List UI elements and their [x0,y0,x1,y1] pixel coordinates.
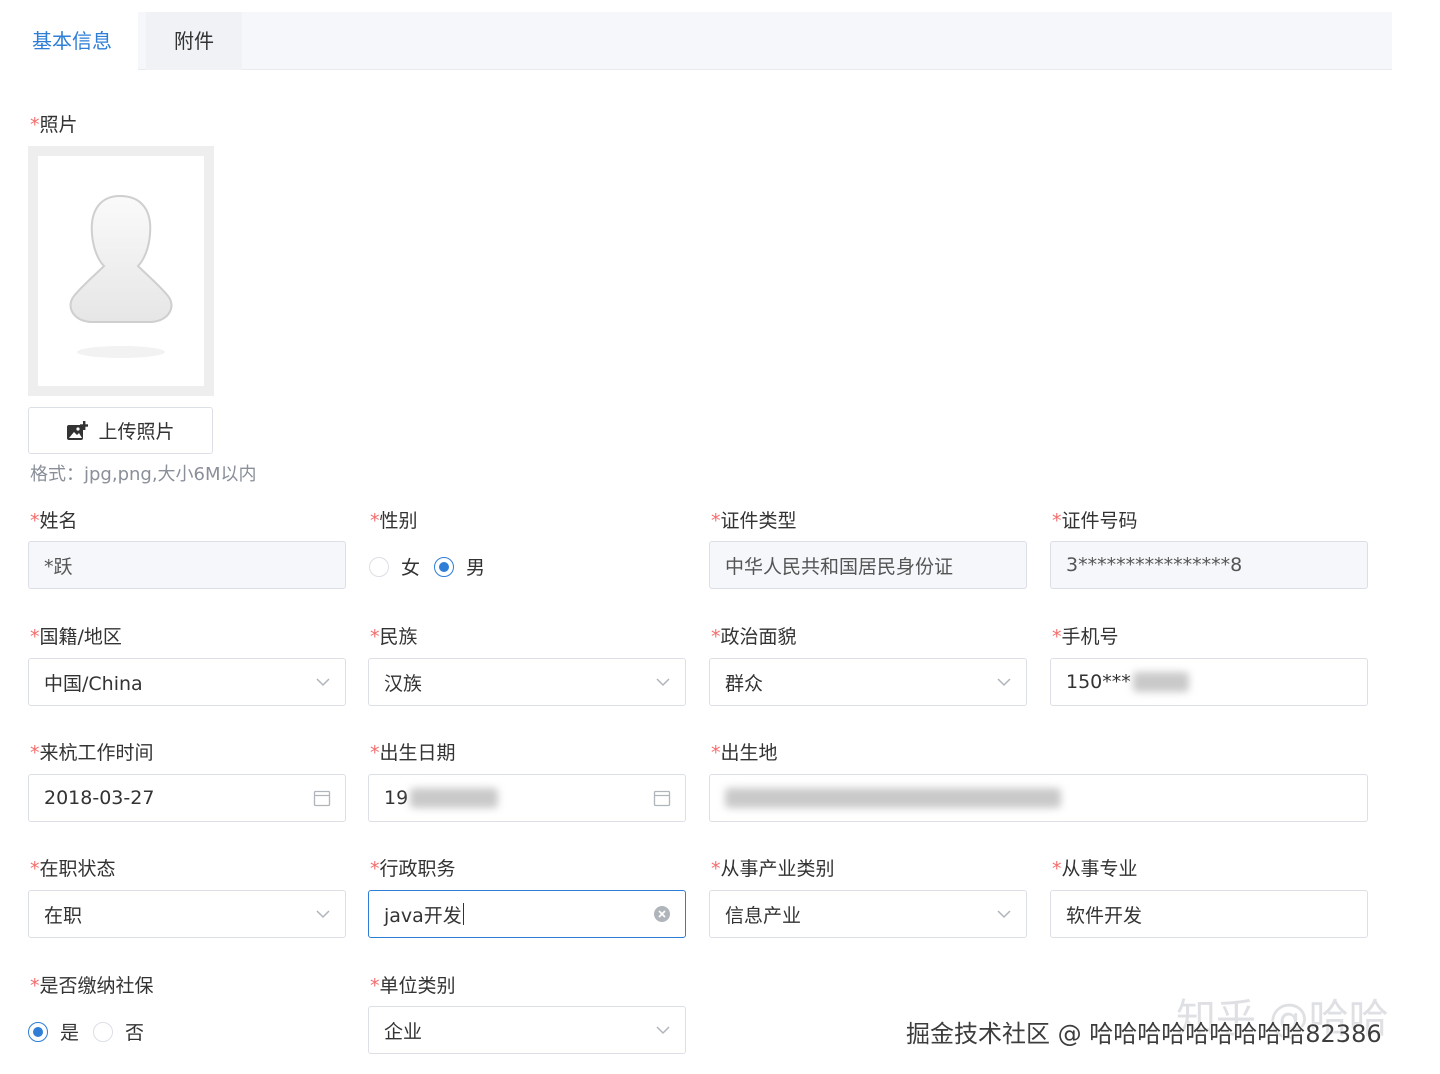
nationality-label: *国籍/地区 [30,626,122,648]
social-security-radio-group: 是 否 [28,1018,158,1045]
upload-photo-button[interactable]: 上传照片 [28,407,213,454]
id-number-label: *证件号码 [1052,510,1138,532]
unit-type-select[interactable]: 企业 [368,1006,686,1054]
redacted-text [725,788,1061,808]
gender-male-radio[interactable]: 男 [434,553,485,580]
social-security-no-radio[interactable]: 否 [93,1018,144,1045]
chevron-down-icon [656,1026,670,1035]
id-type-field[interactable]: 中华人民共和国居民身份证 [709,541,1027,589]
major-label: *从事专业 [1052,858,1138,880]
photo-format-hint: 格式：jpg,png,大小6M以内 [30,464,257,485]
birth-date-label: *出生日期 [370,742,456,764]
gender-radio-group: 女 男 [369,553,499,580]
image-add-icon [67,420,89,440]
radio-circle-checked [434,556,455,577]
industry-select[interactable]: 信息产业 [709,890,1027,938]
tab-bar: 基本信息 附件 [6,12,1392,70]
chevron-down-icon [316,678,330,687]
avatar-placeholder [69,194,173,358]
redacted-text [1132,672,1189,692]
juejin-watermark: 掘金技术社区 @ 哈哈哈哈哈哈哈哈哈82386 [906,1020,1382,1048]
employment-select[interactable]: 在职 [28,890,346,938]
industry-label: *从事产业类别 [711,858,835,880]
redacted-text [410,788,499,808]
admin-position-field[interactable]: java开发 [368,890,686,938]
upload-photo-label: 上传照片 [98,421,175,443]
calendar-icon [653,790,671,807]
ethnicity-select[interactable]: 汉族 [368,658,686,706]
name-field[interactable]: *跃 [28,541,346,589]
birth-date-picker[interactable]: 19 [368,774,686,822]
ethnicity-label: *民族 [370,626,418,648]
gender-label: *性别 [370,510,418,532]
chevron-down-icon [316,910,330,919]
phone-field[interactable]: 150*** [1050,658,1368,706]
unit-type-label: *单位类别 [370,975,456,997]
text-cursor [462,903,464,925]
calendar-icon [313,790,331,807]
phone-label: *手机号 [1052,626,1119,648]
tab-attachments[interactable]: 附件 [146,12,242,70]
social-security-label: *是否缴纳社保 [30,975,154,997]
id-number-field[interactable]: 3****************8 [1050,541,1368,589]
tab-basic-info[interactable]: 基本信息 [6,12,138,70]
name-label: *姓名 [30,510,78,532]
major-field[interactable]: 软件开发 [1050,890,1368,938]
id-type-label: *证件类型 [711,510,797,532]
nationality-select[interactable]: 中国/China [28,658,346,706]
radio-circle [93,1021,114,1042]
political-label: *政治面貌 [711,626,797,648]
hangzhou-date-label: *来杭工作时间 [30,742,154,764]
birthplace-field[interactable] [709,774,1368,822]
radio-circle-checked [28,1021,48,1042]
birthplace-label: *出生地 [711,742,778,764]
hangzhou-date-picker[interactable]: 2018-03-27 [28,774,346,822]
social-security-yes-radio[interactable]: 是 [28,1018,79,1045]
political-select[interactable]: 群众 [709,658,1027,706]
employment-label: *在职状态 [30,858,116,880]
radio-circle [369,556,389,577]
chevron-down-icon [997,910,1011,919]
chevron-down-icon [997,678,1011,687]
admin-position-label: *行政职务 [370,858,456,880]
photo-preview [28,146,214,396]
chevron-down-icon [656,678,670,687]
photo-label: *照片 [30,114,78,136]
gender-female-radio[interactable]: 女 [369,553,420,580]
clear-icon[interactable] [653,905,671,923]
